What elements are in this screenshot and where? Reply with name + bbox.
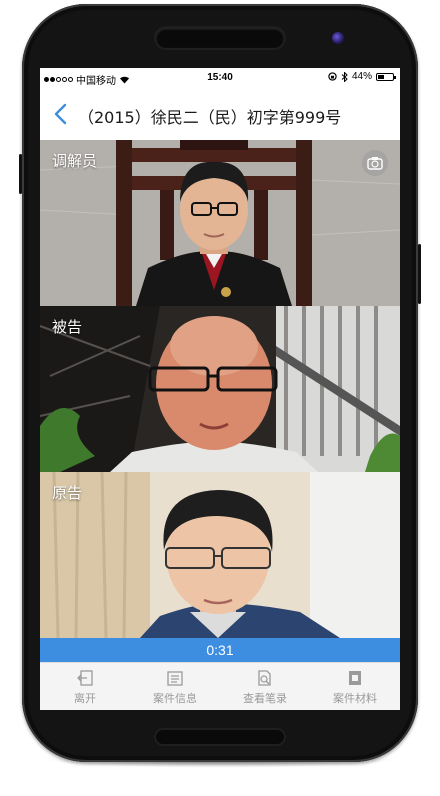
tab-case-material[interactable]: 案件材料 bbox=[310, 663, 400, 710]
plaintiff-video-feed bbox=[40, 472, 400, 638]
video-panel-plaintiff: 原告 bbox=[40, 472, 400, 638]
call-timer: 0:31 bbox=[40, 638, 400, 662]
role-label-mediator: 调解员 bbox=[52, 152, 98, 170]
video-panel-defendant: 被告 bbox=[40, 306, 400, 472]
back-chevron-icon[interactable] bbox=[50, 102, 72, 126]
defendant-video-feed bbox=[40, 306, 400, 472]
battery-percent: 44% bbox=[351, 71, 372, 82]
tab-view-record[interactable]: 查看笔录 bbox=[220, 663, 310, 710]
role-label-defendant: 被告 bbox=[52, 318, 83, 336]
earpiece-speaker bbox=[156, 28, 284, 48]
front-camera bbox=[332, 32, 344, 44]
exit-icon bbox=[77, 669, 93, 686]
role-label-plaintiff: 原告 bbox=[52, 484, 83, 502]
tab-view-record-label: 查看笔录 bbox=[243, 691, 287, 705]
bottom-speaker bbox=[156, 730, 284, 744]
tab-case-info[interactable]: 案件信息 bbox=[130, 663, 220, 710]
case-material-icon bbox=[349, 670, 361, 685]
camera-switch-button[interactable] bbox=[362, 150, 388, 176]
bluetooth-icon bbox=[341, 71, 348, 82]
battery-icon bbox=[376, 72, 396, 81]
tab-leave-label: 离开 bbox=[74, 691, 96, 705]
tab-case-info-label: 案件信息 bbox=[153, 691, 197, 705]
tab-leave[interactable]: 离开 bbox=[40, 663, 130, 710]
case-info-icon bbox=[167, 670, 183, 686]
page-title: （2015）徐民二（民）初字第999号 bbox=[78, 108, 342, 127]
tab-case-material-label: 案件材料 bbox=[333, 691, 377, 705]
rotation-lock-icon bbox=[328, 72, 337, 81]
bottom-tab-bar: 离开 案件信息 查看笔录 案件材料 bbox=[40, 662, 400, 710]
status-bar: 中国移动 15:40 44% bbox=[40, 68, 400, 88]
video-panel-mediator: 调解员 bbox=[40, 140, 400, 306]
camera-switch-icon bbox=[367, 157, 383, 170]
app-screen: 中国移动 15:40 44% （2015）徐民二（民）初字第999号 调解员 被… bbox=[40, 68, 400, 710]
volume-button bbox=[19, 154, 22, 194]
nav-bar: （2015）徐民二（民）初字第999号 bbox=[40, 88, 400, 140]
call-timer-text: 0:31 bbox=[206, 642, 234, 658]
view-record-icon bbox=[258, 669, 271, 686]
power-button bbox=[418, 244, 421, 304]
